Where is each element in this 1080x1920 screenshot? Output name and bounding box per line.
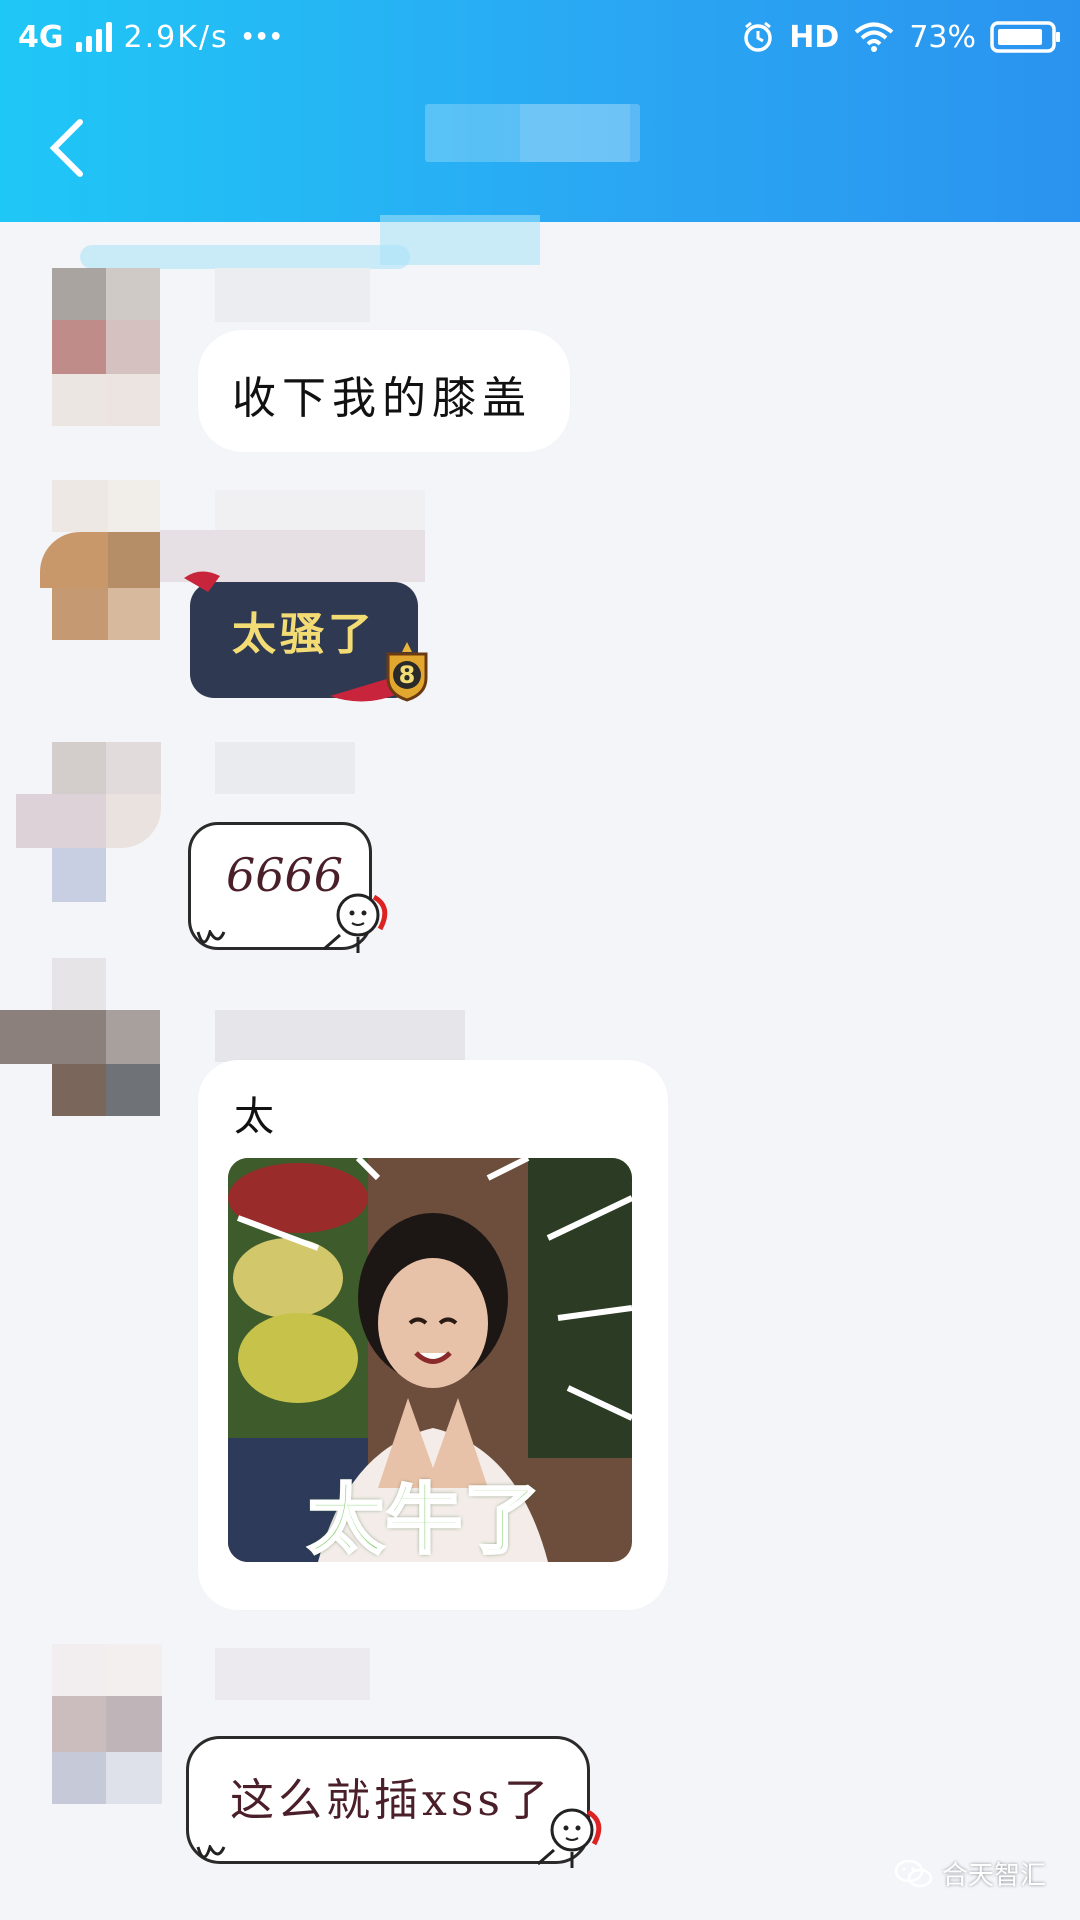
watermark: 合天智汇 (894, 1855, 1046, 1892)
avatar[interactable] (16, 742, 161, 902)
doodle-character-icon (537, 1808, 602, 1868)
hd-indicator: HD (789, 19, 840, 55)
doodle-character-icon (323, 893, 388, 953)
signal-icon (75, 22, 112, 52)
avatar[interactable] (40, 480, 160, 640)
status-right: HD 73% (741, 14, 1062, 60)
status-left: 4G 2.9K/s ••• (18, 14, 283, 60)
header-bar: 4G 2.9K/s ••• HD 73% (0, 0, 1080, 222)
chevron-left-icon (49, 119, 83, 177)
watermark-text: 合天智汇 (941, 1861, 1046, 1891)
sticker-overlay-text: 太牛了 (307, 1474, 542, 1563)
redacted-nickname (215, 268, 370, 322)
battery-percent: 73% (909, 19, 976, 55)
level-badge-icon: 8 (382, 640, 432, 702)
battery-icon (990, 20, 1062, 54)
styled-message-text: 太骚了 (232, 609, 376, 660)
wechat-icon (894, 1859, 933, 1887)
avatar[interactable] (52, 1644, 162, 1804)
redacted-nickname (215, 1648, 370, 1700)
wifi-icon (853, 21, 895, 53)
message-text: 收下我的膝盖 (232, 373, 532, 424)
back-button[interactable] (46, 118, 90, 178)
image-caption: 太 (234, 1094, 274, 1140)
redacted-nickname-2 (215, 490, 425, 530)
more-notifications: ••• (240, 24, 283, 50)
redacted-nickname (215, 742, 355, 794)
level-badge-text: 8 (398, 661, 416, 689)
sticker-image[interactable]: 太牛了 (228, 1158, 632, 1562)
redacted-nickname (215, 1010, 465, 1062)
chat-screen: 4G 2.9K/s ••• HD 73% 收下我的膝盖 太骚了 8 6666 太… (0, 0, 1080, 1920)
drip-decoration-icon (196, 1845, 226, 1859)
avatar[interactable] (52, 268, 160, 426)
drip-decoration-icon (196, 930, 226, 944)
redacted-name-1b (80, 245, 410, 269)
avatar[interactable] (0, 958, 160, 1116)
network-speed: 2.9K/s (123, 19, 229, 55)
chat-title-redacted-part (520, 104, 630, 162)
alarm-icon (741, 20, 775, 54)
doodle-message-text: 这么就插xss了 (230, 1775, 552, 1826)
network-type: 4G (18, 19, 64, 55)
